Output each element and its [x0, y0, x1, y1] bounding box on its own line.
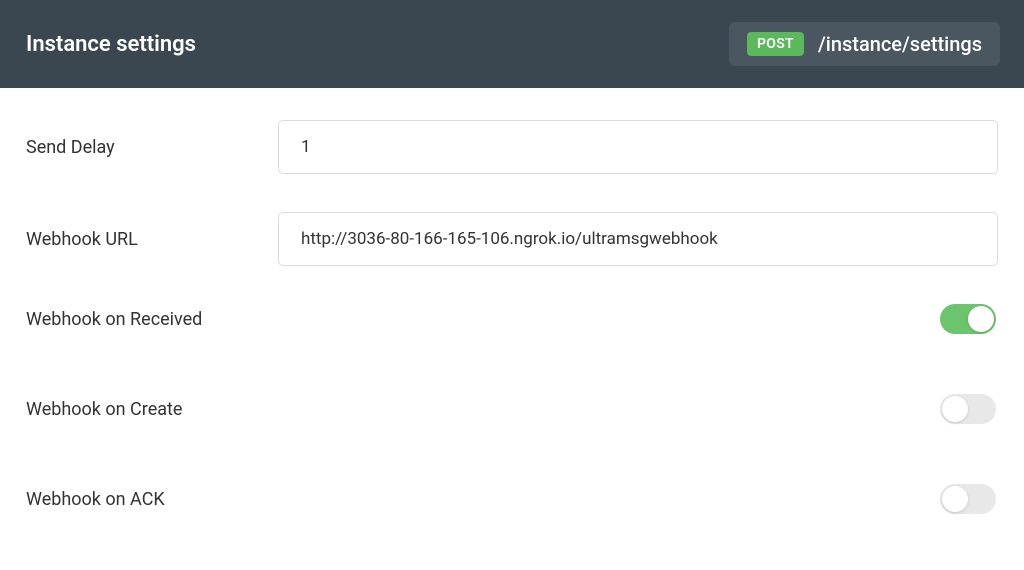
- webhook-received-row: Webhook on Received: [26, 304, 998, 334]
- webhook-url-label: Webhook URL: [26, 229, 278, 250]
- webhook-ack-toggle-wrap: [278, 484, 998, 514]
- webhook-received-toggle-wrap: [278, 304, 998, 334]
- webhook-received-toggle[interactable]: [940, 304, 996, 334]
- toggle-knob: [942, 396, 968, 422]
- webhook-create-row: Webhook on Create: [26, 394, 998, 424]
- webhook-create-toggle[interactable]: [940, 394, 996, 424]
- webhook-ack-label: Webhook on ACK: [26, 489, 278, 510]
- webhook-create-toggle-wrap: [278, 394, 998, 424]
- webhook-received-label: Webhook on Received: [26, 309, 278, 330]
- webhook-create-label: Webhook on Create: [26, 399, 278, 420]
- toggle-knob: [942, 486, 968, 512]
- webhook-ack-row: Webhook on ACK: [26, 484, 998, 514]
- page-header: Instance settings POST /instance/setting…: [0, 0, 1024, 88]
- http-method-badge: POST: [747, 32, 804, 56]
- send-delay-label: Send Delay: [26, 137, 278, 158]
- webhook-ack-toggle[interactable]: [940, 484, 996, 514]
- endpoint-tag: POST /instance/settings: [729, 22, 1000, 66]
- send-delay-input[interactable]: [278, 120, 998, 174]
- toggle-knob: [968, 306, 994, 332]
- page-title: Instance settings: [26, 32, 196, 57]
- endpoint-path: /instance/settings: [818, 32, 982, 56]
- settings-form: Send Delay Webhook URL Webhook on Receiv…: [0, 88, 1024, 514]
- webhook-url-row: Webhook URL: [26, 212, 998, 266]
- webhook-url-input[interactable]: [278, 212, 998, 266]
- send-delay-row: Send Delay: [26, 120, 998, 174]
